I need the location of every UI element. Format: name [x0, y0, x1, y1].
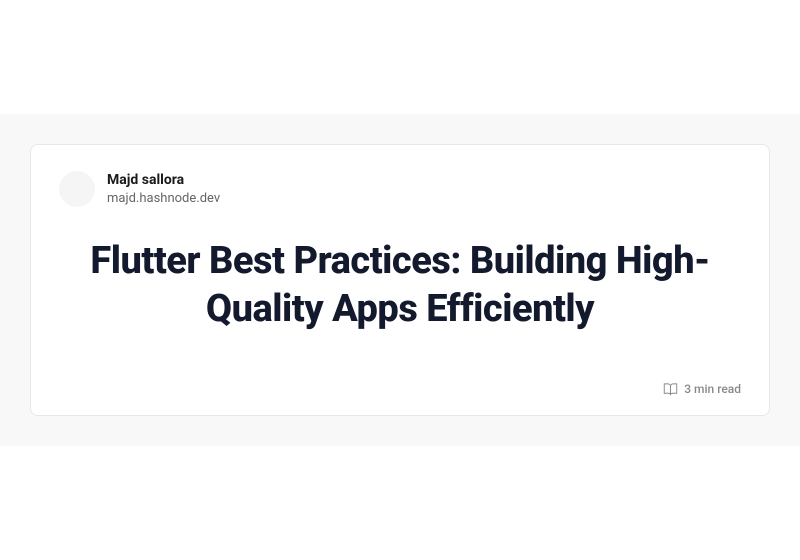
article-title[interactable]: Flutter Best Practices: Building High-Qu…: [59, 237, 741, 334]
author-section: Majd sallora majd.hashnode.dev: [59, 171, 741, 208]
read-time-section: 3 min read: [59, 382, 741, 397]
author-domain[interactable]: majd.hashnode.dev: [107, 190, 220, 208]
read-time-text: 3 min read: [684, 382, 741, 396]
outer-container: Majd sallora majd.hashnode.dev Flutter B…: [0, 114, 800, 446]
author-name[interactable]: Majd sallora: [107, 171, 220, 189]
article-card[interactable]: Majd sallora majd.hashnode.dev Flutter B…: [30, 144, 770, 416]
book-icon: [663, 382, 678, 397]
author-avatar[interactable]: [59, 171, 95, 207]
author-info: Majd sallora majd.hashnode.dev: [107, 171, 220, 208]
